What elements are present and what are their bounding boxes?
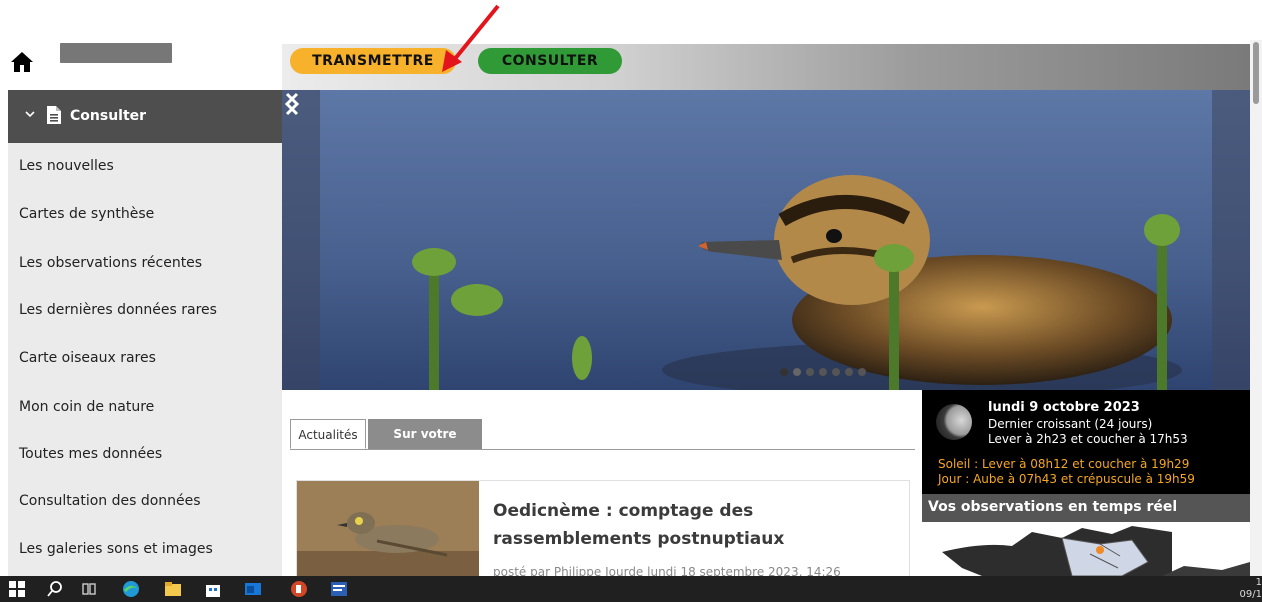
carousel-dot[interactable] bbox=[819, 368, 827, 376]
hero-carousel[interactable] bbox=[282, 90, 1250, 390]
carousel-dot[interactable] bbox=[780, 368, 788, 376]
moon-phase: Dernier croissant (24 jours) bbox=[988, 417, 1153, 431]
tab-actualites[interactable]: Actualités bbox=[290, 419, 366, 449]
clock-date: 09/1 bbox=[1239, 589, 1262, 600]
carousel-dot[interactable] bbox=[845, 368, 853, 376]
carousel-next-area[interactable] bbox=[1212, 90, 1250, 390]
sidebar-item-consultation-donnees[interactable]: Consultation des données bbox=[19, 493, 201, 509]
sun-times: Soleil : Lever à 08h12 et coucher à 19h2… bbox=[938, 457, 1190, 471]
word-icon[interactable] bbox=[330, 580, 348, 598]
document-icon bbox=[47, 106, 61, 124]
sidebar-title: Consulter bbox=[70, 108, 147, 124]
store-icon[interactable] bbox=[204, 580, 222, 598]
sidebar-item-observations-recentes[interactable]: Les observations récentes bbox=[19, 255, 202, 271]
scrollbar-thumb[interactable] bbox=[1253, 42, 1259, 104]
task-view-icon[interactable] bbox=[80, 580, 98, 598]
moon-times: Lever à 2h23 et coucher à 17h53 bbox=[988, 432, 1188, 446]
chevron-down-icon bbox=[25, 111, 35, 118]
news-card[interactable]: Oedicnème : comptage des rassemblements … bbox=[296, 480, 910, 578]
ephemeris-date: lundi 9 octobre 2023 bbox=[988, 400, 1140, 415]
carousel-prev-area[interactable] bbox=[282, 90, 320, 390]
windows-taskbar: 1 09/1 bbox=[0, 576, 1262, 602]
duckling-photo bbox=[282, 90, 1250, 390]
chevron-right-icon[interactable] bbox=[282, 90, 302, 118]
news-title[interactable]: Oedicnème : comptage des rassemblements … bbox=[493, 497, 893, 553]
tab-agenda[interactable]: Sur votre agenda bbox=[368, 419, 482, 471]
clock-time: 1 bbox=[1255, 577, 1262, 588]
sidebar-item-coin-de-nature[interactable]: Mon coin de nature bbox=[19, 399, 154, 415]
sidebar-item-galeries[interactable]: Les galeries sons et images bbox=[19, 541, 213, 557]
carousel-dot[interactable] bbox=[858, 368, 866, 376]
outlook-icon[interactable] bbox=[244, 580, 262, 598]
live-observations-header: Vos observations en temps réel bbox=[922, 494, 1250, 522]
moon-icon bbox=[936, 404, 972, 440]
sidebar-item-carte-oiseaux-rares[interactable]: Carte oiseaux rares bbox=[19, 350, 156, 366]
site-logo[interactable] bbox=[60, 43, 172, 63]
live-observations-map[interactable] bbox=[922, 522, 1250, 576]
powerpoint-icon[interactable] bbox=[290, 580, 308, 598]
carousel-dot[interactable] bbox=[832, 368, 840, 376]
news-thumbnail[interactable] bbox=[297, 481, 479, 577]
sidebar-item-cartes-synthese[interactable]: Cartes de synthèse bbox=[19, 206, 154, 222]
home-icon[interactable] bbox=[10, 50, 34, 74]
annotation-arrow bbox=[442, 4, 500, 72]
carousel-dot[interactable] bbox=[806, 368, 814, 376]
sidebar-item-nouvelles[interactable]: Les nouvelles bbox=[19, 158, 114, 174]
sidebar-item-donnees-rares[interactable]: Les dernières données rares bbox=[19, 302, 217, 318]
day-times: Jour : Aube à 07h43 et crépuscule à 19h5… bbox=[938, 472, 1195, 486]
tabs-divider bbox=[290, 449, 915, 450]
carousel-dot[interactable] bbox=[793, 368, 801, 376]
sidebar-section-header[interactable]: Consulter bbox=[8, 90, 282, 143]
file-explorer-icon[interactable] bbox=[164, 580, 182, 598]
ephemeris-panel: lundi 9 octobre 2023 Dernier croissant (… bbox=[922, 390, 1250, 494]
windows-start-icon[interactable] bbox=[8, 580, 26, 598]
edge-browser-icon[interactable] bbox=[122, 580, 140, 598]
page-scrollbar[interactable] bbox=[1250, 40, 1262, 580]
taskbar-clock[interactable]: 1 09/1 bbox=[1226, 577, 1262, 601]
sidebar: Consulter Les nouvelles Cartes de synthè… bbox=[8, 90, 282, 576]
sidebar-item-mes-donnees[interactable]: Toutes mes données bbox=[19, 446, 162, 462]
search-icon[interactable] bbox=[46, 580, 64, 598]
